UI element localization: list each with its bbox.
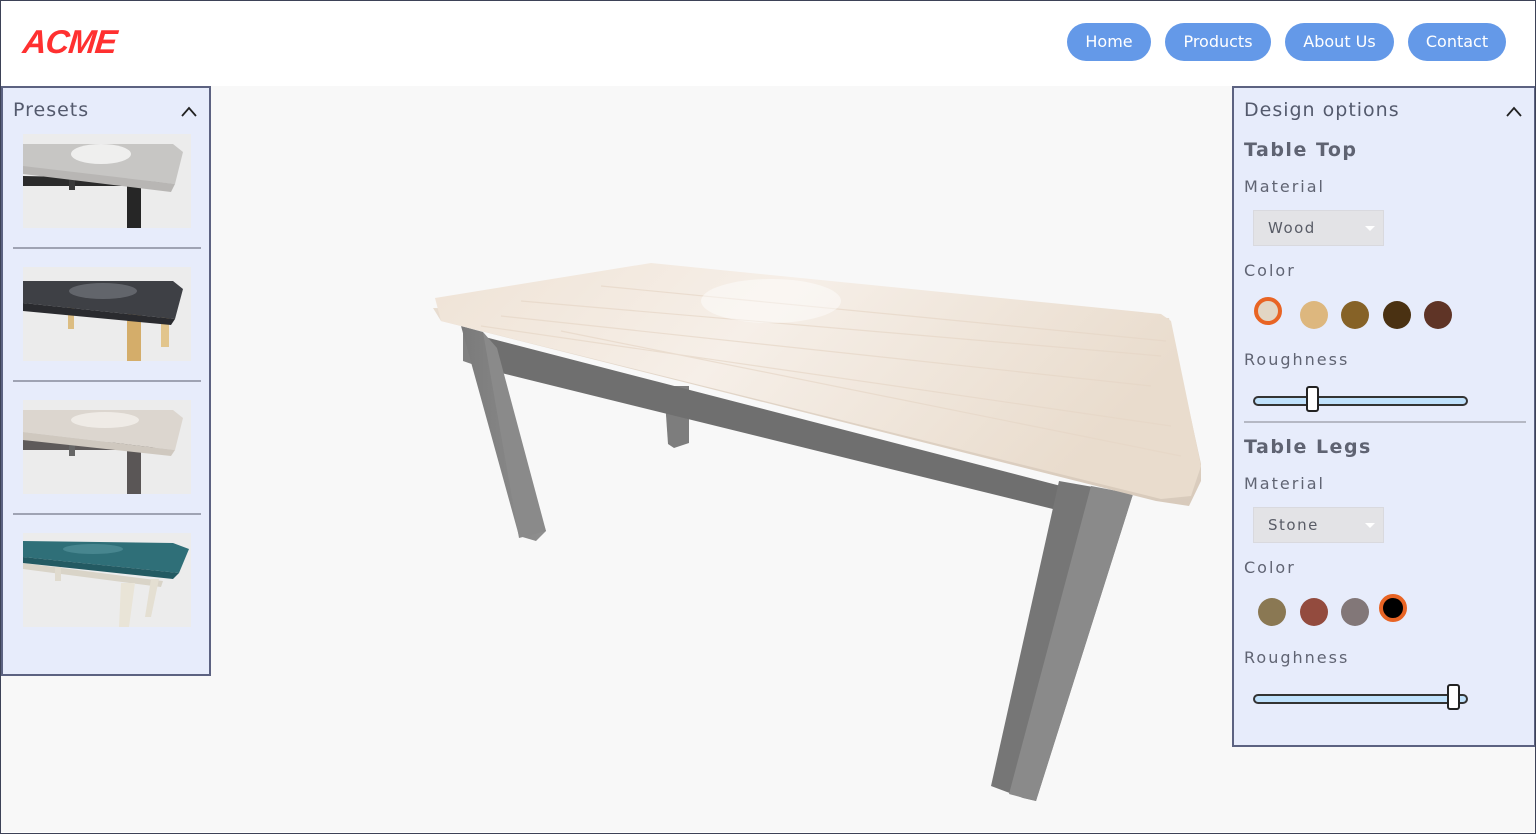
section-divider (1244, 421, 1526, 423)
dropdown-arrow-icon (1365, 226, 1375, 231)
table-legs-material-value: Stone (1268, 516, 1319, 534)
table-legs-material-label: Material (1244, 474, 1325, 493)
slider-thumb[interactable] (1306, 386, 1320, 412)
color-swatch-selected[interactable] (1378, 594, 1407, 622)
table-legs-roughness-label: Roughness (1244, 648, 1350, 667)
preset-image (23, 267, 191, 361)
dropdown-arrow-icon (1365, 523, 1375, 528)
color-swatch[interactable] (1299, 598, 1328, 626)
table-top-heading: Table Top (1244, 139, 1358, 161)
nav-home-button[interactable]: Home (1067, 23, 1151, 61)
preset-thumbnail-4[interactable] (23, 533, 191, 627)
table-legs-heading: Table Legs (1244, 436, 1372, 458)
color-swatch[interactable] (1341, 301, 1369, 329)
nav-contact-button[interactable]: Contact (1408, 23, 1506, 61)
design-options-panel: Design options Table Top Material Wood C… (1232, 86, 1536, 747)
preset-divider (13, 247, 201, 249)
color-swatch[interactable] (1382, 301, 1411, 329)
collapse-chevron-up-icon[interactable] (181, 104, 197, 120)
table-top-material-value: Wood (1268, 219, 1316, 237)
slider-thumb[interactable] (1447, 684, 1461, 710)
preset-image (23, 400, 191, 494)
table-top-material-select[interactable]: Wood (1253, 210, 1384, 246)
table-top-material-label: Material (1244, 177, 1325, 196)
collapse-chevron-up-icon[interactable] (1506, 104, 1522, 120)
color-swatch[interactable] (1299, 301, 1328, 329)
color-swatch[interactable] (1341, 598, 1369, 626)
color-swatch[interactable] (1258, 598, 1286, 626)
presets-panel: Presets (1, 86, 211, 676)
design-options-title: Design options (1244, 99, 1400, 121)
preset-thumbnail-1[interactable] (23, 134, 191, 228)
table-legs-roughness-slider[interactable] (1253, 684, 1468, 710)
table-top-color-label: Color (1244, 261, 1296, 280)
preset-thumbnail-2[interactable] (23, 267, 191, 361)
preset-divider (13, 380, 201, 382)
preset-divider (13, 513, 201, 515)
color-swatch-selected[interactable] (1254, 297, 1282, 325)
site-header: ACME Home Products About Us Contact (1, 1, 1535, 86)
preset-image (23, 134, 191, 228)
presets-title: Presets (13, 99, 90, 121)
nav-about-us-button[interactable]: About Us (1285, 23, 1394, 61)
preset-image (23, 533, 191, 627)
color-swatch[interactable] (1424, 301, 1452, 329)
preset-thumbnail-3[interactable] (23, 400, 191, 494)
table-legs-color-label: Color (1244, 558, 1296, 577)
nav-products-button[interactable]: Products (1165, 23, 1271, 61)
acme-logo[interactable]: ACME (21, 23, 118, 61)
table-legs-material-select[interactable]: Stone (1253, 507, 1384, 543)
table-top-roughness-slider[interactable] (1253, 386, 1468, 412)
table-top-roughness-label: Roughness (1244, 350, 1350, 369)
